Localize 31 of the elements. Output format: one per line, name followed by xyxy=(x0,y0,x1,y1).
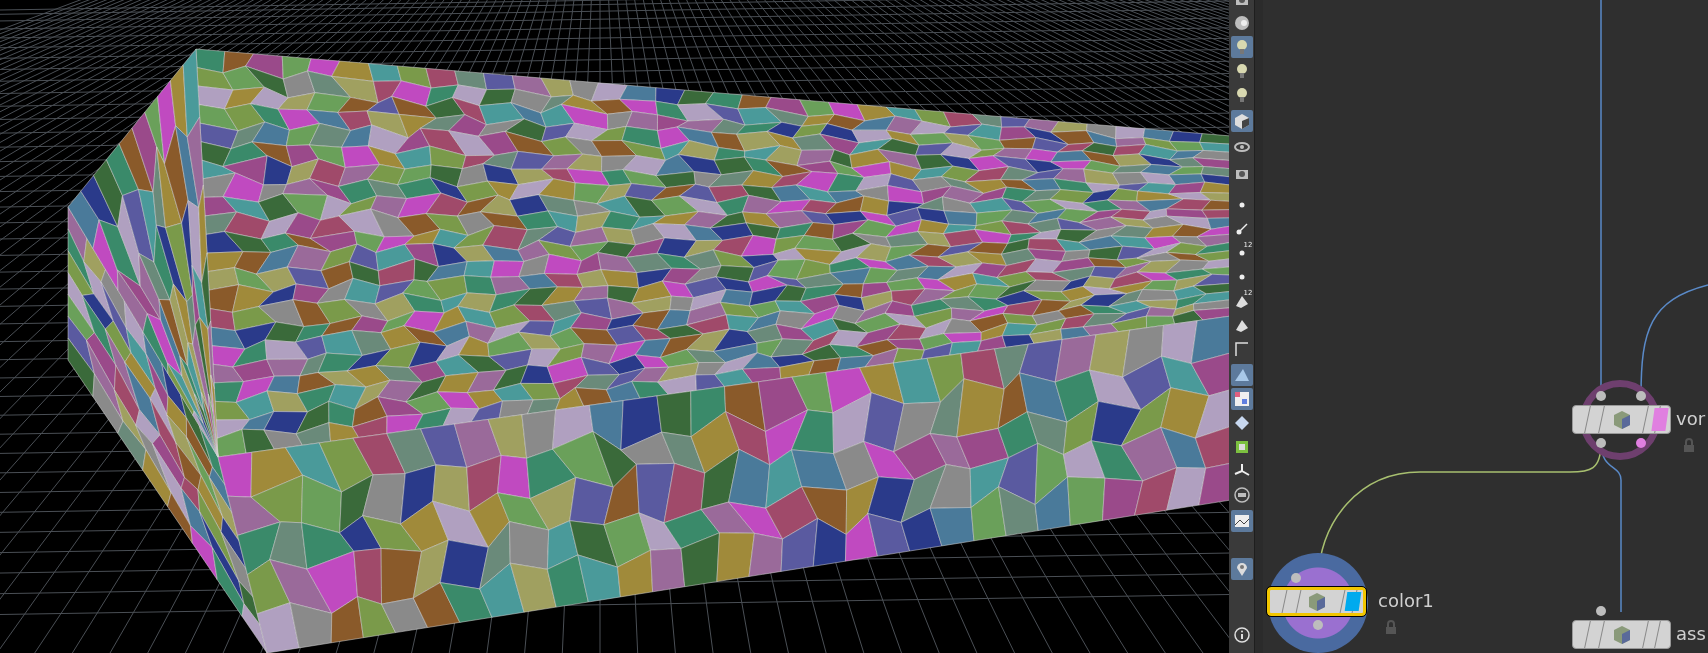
cube-icon xyxy=(1232,112,1251,130)
corner-icon xyxy=(1232,340,1251,358)
network-node[interactable] xyxy=(1572,620,1671,649)
toolbar-button[interactable] xyxy=(1230,36,1253,58)
node-port[interactable] xyxy=(1313,620,1323,630)
point-icon xyxy=(1238,202,1245,208)
toolbar-button[interactable] xyxy=(1230,364,1253,386)
checker-icon xyxy=(1232,390,1251,408)
node-port[interactable] xyxy=(1596,606,1606,616)
network-node[interactable] xyxy=(1267,587,1366,616)
sphere-icon xyxy=(1232,14,1251,32)
node-flag[interactable] xyxy=(1344,592,1362,611)
image-icon xyxy=(1232,512,1251,530)
node-port[interactable] xyxy=(1291,573,1301,583)
point-icon xyxy=(1238,274,1245,280)
toolbar-button[interactable] xyxy=(1230,558,1253,580)
node-port[interactable] xyxy=(1636,438,1646,448)
node-port[interactable] xyxy=(1636,391,1646,401)
toolbar-button[interactable] xyxy=(1230,388,1253,410)
point-icon xyxy=(1238,250,1245,256)
node-port[interactable] xyxy=(1596,438,1606,448)
info-icon xyxy=(1232,626,1251,644)
toolbar-button[interactable] xyxy=(1230,510,1253,532)
node-label: vor xyxy=(1676,410,1706,428)
node-port[interactable] xyxy=(1596,391,1606,401)
circle-icon xyxy=(1232,486,1251,504)
toolbar-button[interactable] xyxy=(1230,110,1253,132)
node-label: color1 xyxy=(1378,592,1434,610)
node-flag[interactable] xyxy=(1651,408,1669,431)
network-node[interactable] xyxy=(1572,405,1671,434)
node-label: ass xyxy=(1676,625,1706,643)
